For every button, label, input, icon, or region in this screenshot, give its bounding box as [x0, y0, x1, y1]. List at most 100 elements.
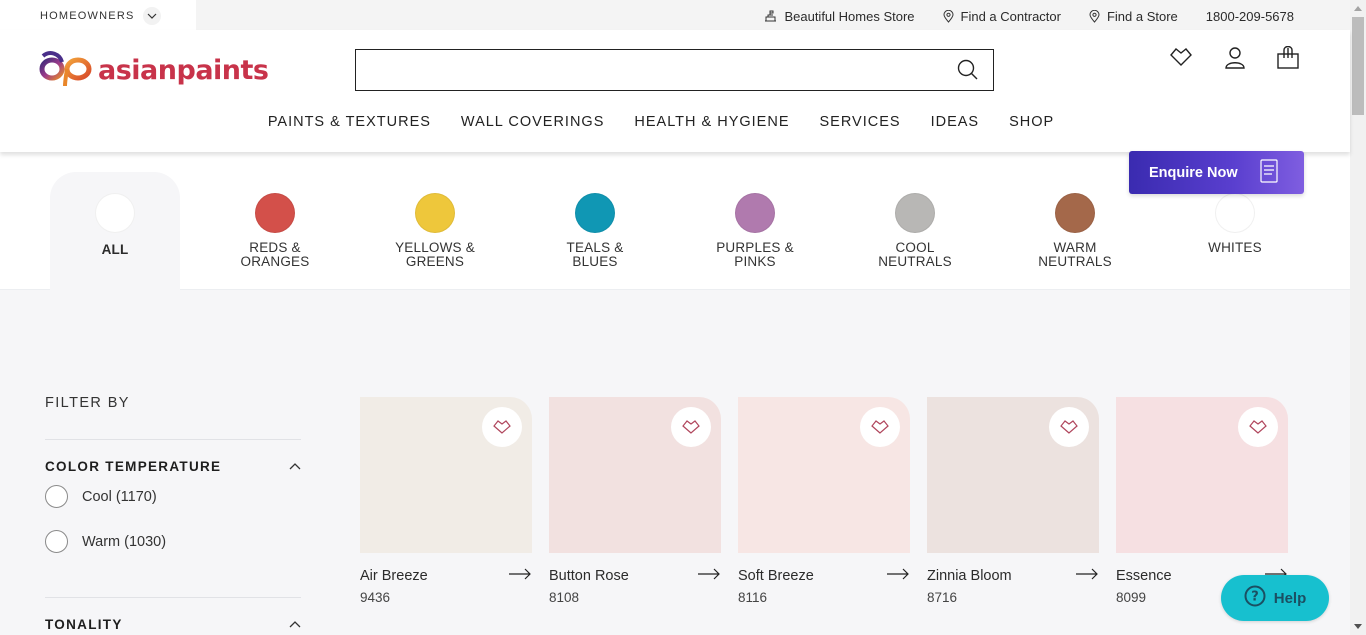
- color-chip[interactable]: [738, 397, 910, 553]
- category-label: ALL: [101, 242, 129, 257]
- brand-logo[interactable]: asianpaints: [38, 48, 269, 92]
- filter-group-tonality[interactable]: TONALITY: [45, 615, 301, 633]
- color-chip[interactable]: [927, 397, 1099, 553]
- question-circle-icon: ?: [1244, 585, 1266, 611]
- wishlist-heart-icon[interactable]: [482, 407, 522, 447]
- color-card[interactable]: Air Breeze 9436: [360, 397, 532, 605]
- nav-services[interactable]: SERVICES: [820, 114, 901, 130]
- category-swatch: [1215, 193, 1255, 233]
- wishlist-heart-icon[interactable]: [1168, 46, 1194, 75]
- scroll-down-arrow-icon[interactable]: [1354, 624, 1362, 629]
- store-icon: [764, 10, 777, 22]
- color-chip[interactable]: [360, 397, 532, 553]
- nav-ideas[interactable]: IDEAS: [931, 114, 980, 130]
- audience-selector[interactable]: HOMEOWNERS: [0, 0, 196, 31]
- chevron-up-icon: [289, 615, 301, 633]
- filter-group-title: TONALITY: [45, 616, 123, 632]
- category-label: TEALS & BLUES: [566, 240, 624, 269]
- radio-button[interactable]: [45, 530, 68, 553]
- find-contractor-link[interactable]: Find a Contractor: [943, 9, 1061, 24]
- filter-by-heading: FILTER BY: [45, 395, 130, 411]
- divider: [45, 597, 301, 598]
- arrow-right-icon[interactable]: [886, 567, 910, 585]
- header-icons: [1168, 45, 1300, 75]
- category-yellows-greens[interactable]: YELLOWS & GREENS: [370, 172, 500, 290]
- category-label: COOL NEUTRALS: [878, 240, 952, 269]
- find-store-label: Find a Store: [1106, 8, 1178, 24]
- arrow-right-icon[interactable]: [1075, 567, 1099, 585]
- filter-group-color-temperature[interactable]: COLOR TEMPERATURE: [45, 457, 301, 475]
- nav-paints-textures[interactable]: PAINTS & TEXTURES: [268, 114, 431, 130]
- filter-option-cool[interactable]: Cool (1170): [45, 485, 301, 508]
- category-swatch: [95, 193, 135, 233]
- arrow-right-icon[interactable]: [697, 567, 721, 585]
- category-swatch: [735, 193, 775, 233]
- shopping-bag-icon[interactable]: [1276, 45, 1300, 75]
- scrollbar-thumb[interactable]: [1352, 17, 1364, 115]
- category-warm-neutrals[interactable]: WARM NEUTRALS: [1010, 172, 1140, 290]
- nav-health-hygiene[interactable]: HEALTH & HYGIENE: [634, 114, 789, 130]
- phone-number-link[interactable]: 1800-209-5678: [1206, 9, 1294, 24]
- category-label: YELLOWS & GREENS: [395, 240, 475, 269]
- main-nav: PAINTS & TEXTURES WALL COVERINGS HEALTH …: [0, 114, 1350, 130]
- site-header: asianpaints PAINTS & TEXTURES WALL COVER…: [0, 30, 1350, 152]
- wishlist-heart-icon[interactable]: [860, 407, 900, 447]
- category-swatch: [1055, 193, 1095, 233]
- color-name: Button Rose: [549, 568, 629, 584]
- beautiful-homes-store-link[interactable]: Beautiful Homes Store: [764, 8, 915, 24]
- color-code: 8716: [927, 590, 958, 605]
- find-store-link[interactable]: Find a Store: [1089, 9, 1178, 24]
- category-swatch: [575, 193, 615, 233]
- utility-links: Beautiful Homes Store Find a Contractor …: [764, 0, 1294, 32]
- color-card[interactable]: Essence 8099: [1116, 397, 1288, 605]
- color-card[interactable]: Zinnia Bloom 8716: [927, 397, 1099, 605]
- filter-group-title: COLOR TEMPERATURE: [45, 458, 222, 474]
- filter-panel: FILTER BY COLOR TEMPERATURE Cool (1170) …: [45, 395, 301, 633]
- category-teals-blues[interactable]: TEALS & BLUES: [530, 172, 660, 290]
- category-label: PURPLES & PINKS: [716, 240, 794, 269]
- divider: [45, 439, 301, 440]
- help-label: Help: [1273, 589, 1307, 607]
- nav-shop[interactable]: SHOP: [1009, 114, 1054, 130]
- color-name: Essence: [1116, 568, 1172, 584]
- location-pin-icon: [943, 9, 954, 23]
- wishlist-heart-icon[interactable]: [671, 407, 711, 447]
- user-account-icon[interactable]: [1224, 46, 1246, 75]
- form-document-icon: [1260, 158, 1278, 187]
- brand-logo-icon: [38, 48, 96, 93]
- color-card[interactable]: Soft Breeze 8116: [738, 397, 910, 605]
- search-icon[interactable]: [957, 59, 979, 86]
- chevron-down-icon: [142, 6, 161, 25]
- utility-bar: HOMEOWNERS Beautiful Homes Store Find a …: [0, 0, 1350, 32]
- radio-button[interactable]: [45, 485, 68, 508]
- category-reds-oranges[interactable]: REDS & ORANGES: [210, 172, 340, 290]
- category-cool-neutrals[interactable]: COOL NEUTRALS: [850, 172, 980, 290]
- enquire-now-button[interactable]: Enquire Now: [1129, 151, 1304, 194]
- category-swatch: [415, 193, 455, 233]
- arrow-right-icon[interactable]: [508, 567, 532, 585]
- filter-option-warm[interactable]: Warm (1030): [45, 530, 301, 553]
- category-label: REDS & ORANGES: [240, 240, 310, 269]
- enquire-now-label: Enquire Now: [1149, 164, 1238, 181]
- color-code: 8116: [738, 590, 768, 605]
- svg-text:?: ?: [1251, 590, 1259, 605]
- find-contractor-label: Find a Contractor: [960, 8, 1061, 24]
- color-chip[interactable]: [549, 397, 721, 553]
- page-scrollbar[interactable]: [1350, 0, 1366, 635]
- wishlist-heart-icon[interactable]: [1049, 407, 1089, 447]
- brand-logo-text: asianpaints: [98, 54, 269, 86]
- color-chip[interactable]: [1116, 397, 1288, 553]
- category-label: WHITES: [1208, 240, 1262, 255]
- beautiful-homes-store-label: Beautiful Homes Store: [784, 8, 915, 24]
- category-purples-pinks[interactable]: PURPLES & PINKS: [690, 172, 820, 290]
- search-input[interactable]: [356, 50, 993, 90]
- wishlist-heart-icon[interactable]: [1238, 407, 1278, 447]
- help-button[interactable]: ? Help: [1221, 575, 1329, 621]
- color-code: 9436: [360, 590, 391, 605]
- color-card[interactable]: Button Rose 8108: [549, 397, 721, 605]
- scroll-up-arrow-icon[interactable]: [1354, 6, 1362, 11]
- category-all[interactable]: ALL: [50, 172, 180, 290]
- color-name: Air Breeze: [360, 568, 428, 584]
- chevron-up-icon: [289, 457, 301, 475]
- nav-wall-coverings[interactable]: WALL COVERINGS: [461, 114, 604, 130]
